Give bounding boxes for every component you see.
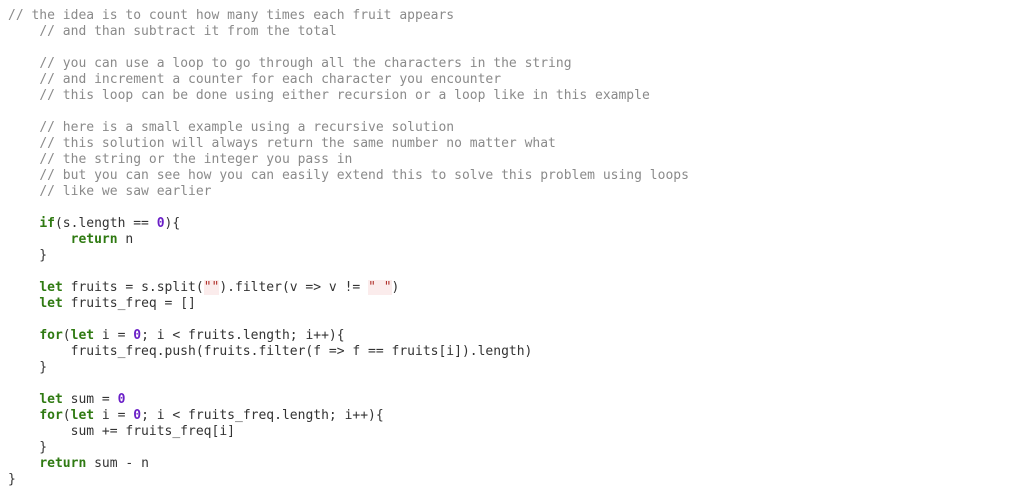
code-keyword: for xyxy=(39,408,63,423)
code-number: 0 xyxy=(133,408,142,423)
code-text: sum - n xyxy=(86,456,149,471)
code-keyword: let xyxy=(70,408,95,423)
code-keyword: if xyxy=(39,216,55,231)
code-text: ( xyxy=(62,328,71,343)
code-text: } xyxy=(8,440,48,455)
code-line: // but you can see how you can easily ex… xyxy=(8,168,689,184)
code-string: "" xyxy=(203,280,220,295)
code-text: sum = xyxy=(62,392,118,407)
code-keyword: return xyxy=(70,232,118,247)
code-comment: // but you can see how you can easily ex… xyxy=(39,168,689,183)
code-line: // this loop can be done using either re… xyxy=(8,88,689,104)
code-line: // and than subtract it from the total xyxy=(8,24,689,40)
code-comment: // this solution will always return the … xyxy=(39,136,556,151)
code-comment: // and than subtract it from the total xyxy=(39,24,337,39)
code-keyword: let xyxy=(39,392,63,407)
code-comment: // like we saw earlier xyxy=(39,184,212,199)
code-text: ; i < fruits_freq.length; i++){ xyxy=(141,408,384,423)
code-keyword: let xyxy=(39,280,63,295)
code-line: } xyxy=(8,360,689,376)
code-text: ; i < fruits.length; i++){ xyxy=(141,328,345,343)
code-line: // this solution will always return the … xyxy=(8,136,689,152)
code-line: // the string or the integer you pass in xyxy=(8,152,689,168)
code-line: } xyxy=(8,248,689,264)
code-line: for(let i = 0; i < fruits.length; i++){ xyxy=(8,328,689,344)
code-comment: // the string or the integer you pass in xyxy=(39,152,353,167)
code-line: } xyxy=(8,472,689,488)
code-line: // here is a small example using a recur… xyxy=(8,120,689,136)
code-line: // like we saw earlier xyxy=(8,184,689,200)
code-text: i = xyxy=(94,408,134,423)
code-text: fruits_freq = [] xyxy=(62,296,196,311)
code-text: (s.length == xyxy=(54,216,157,231)
code-comment: // you can use a loop to go through all … xyxy=(39,56,572,71)
code-text: fruits = s.split( xyxy=(62,280,204,295)
code-comment: // here is a small example using a recur… xyxy=(39,120,455,135)
code-line: sum += fruits_freq[i] xyxy=(8,424,689,440)
code-text: i = xyxy=(94,328,134,343)
code-comment: // and increment a counter for each char… xyxy=(39,72,502,87)
code-text: } xyxy=(8,472,16,487)
code-text: sum += fruits_freq[i] xyxy=(8,424,235,439)
code-line: // the idea is to count how many times e… xyxy=(8,8,689,24)
code-text: ( xyxy=(62,408,71,423)
code-text: n xyxy=(117,232,134,247)
code-line: if(s.length == 0){ xyxy=(8,216,689,232)
code-comment: // the idea is to count how many times e… xyxy=(8,8,455,23)
code-line: // and increment a counter for each char… xyxy=(8,72,689,88)
code-line: let fruits_freq = [] xyxy=(8,296,689,312)
code-keyword: let xyxy=(39,296,63,311)
code-comment: // this loop can be done using either re… xyxy=(39,88,650,103)
code-number: 0 xyxy=(156,216,165,231)
code-string: " " xyxy=(368,280,392,295)
code-block: // the idea is to count how many times e… xyxy=(8,8,689,488)
code-keyword: for xyxy=(39,328,63,343)
code-keyword: let xyxy=(70,328,95,343)
code-text: fruits_freq.push(fruits.filter(f => f ==… xyxy=(8,344,533,359)
code-text: ) xyxy=(391,280,400,295)
code-text: } xyxy=(8,248,48,263)
code-number: 0 xyxy=(133,328,142,343)
code-text: ){ xyxy=(164,216,181,231)
code-line: for(let i = 0; i < fruits_freq.length; i… xyxy=(8,408,689,424)
code-text: } xyxy=(8,360,48,375)
code-line: fruits_freq.push(fruits.filter(f => f ==… xyxy=(8,344,689,360)
code-line: let sum = 0 xyxy=(8,392,689,408)
code-number: 0 xyxy=(117,392,126,407)
code-line: return sum - n xyxy=(8,456,689,472)
code-text: ).filter(v => v != xyxy=(219,280,369,295)
code-line: } xyxy=(8,440,689,456)
code-line: let fruits = s.split("").filter(v => v !… xyxy=(8,280,689,296)
code-keyword: return xyxy=(39,456,87,471)
code-line: // you can use a loop to go through all … xyxy=(8,56,689,72)
code-line: return n xyxy=(8,232,689,248)
